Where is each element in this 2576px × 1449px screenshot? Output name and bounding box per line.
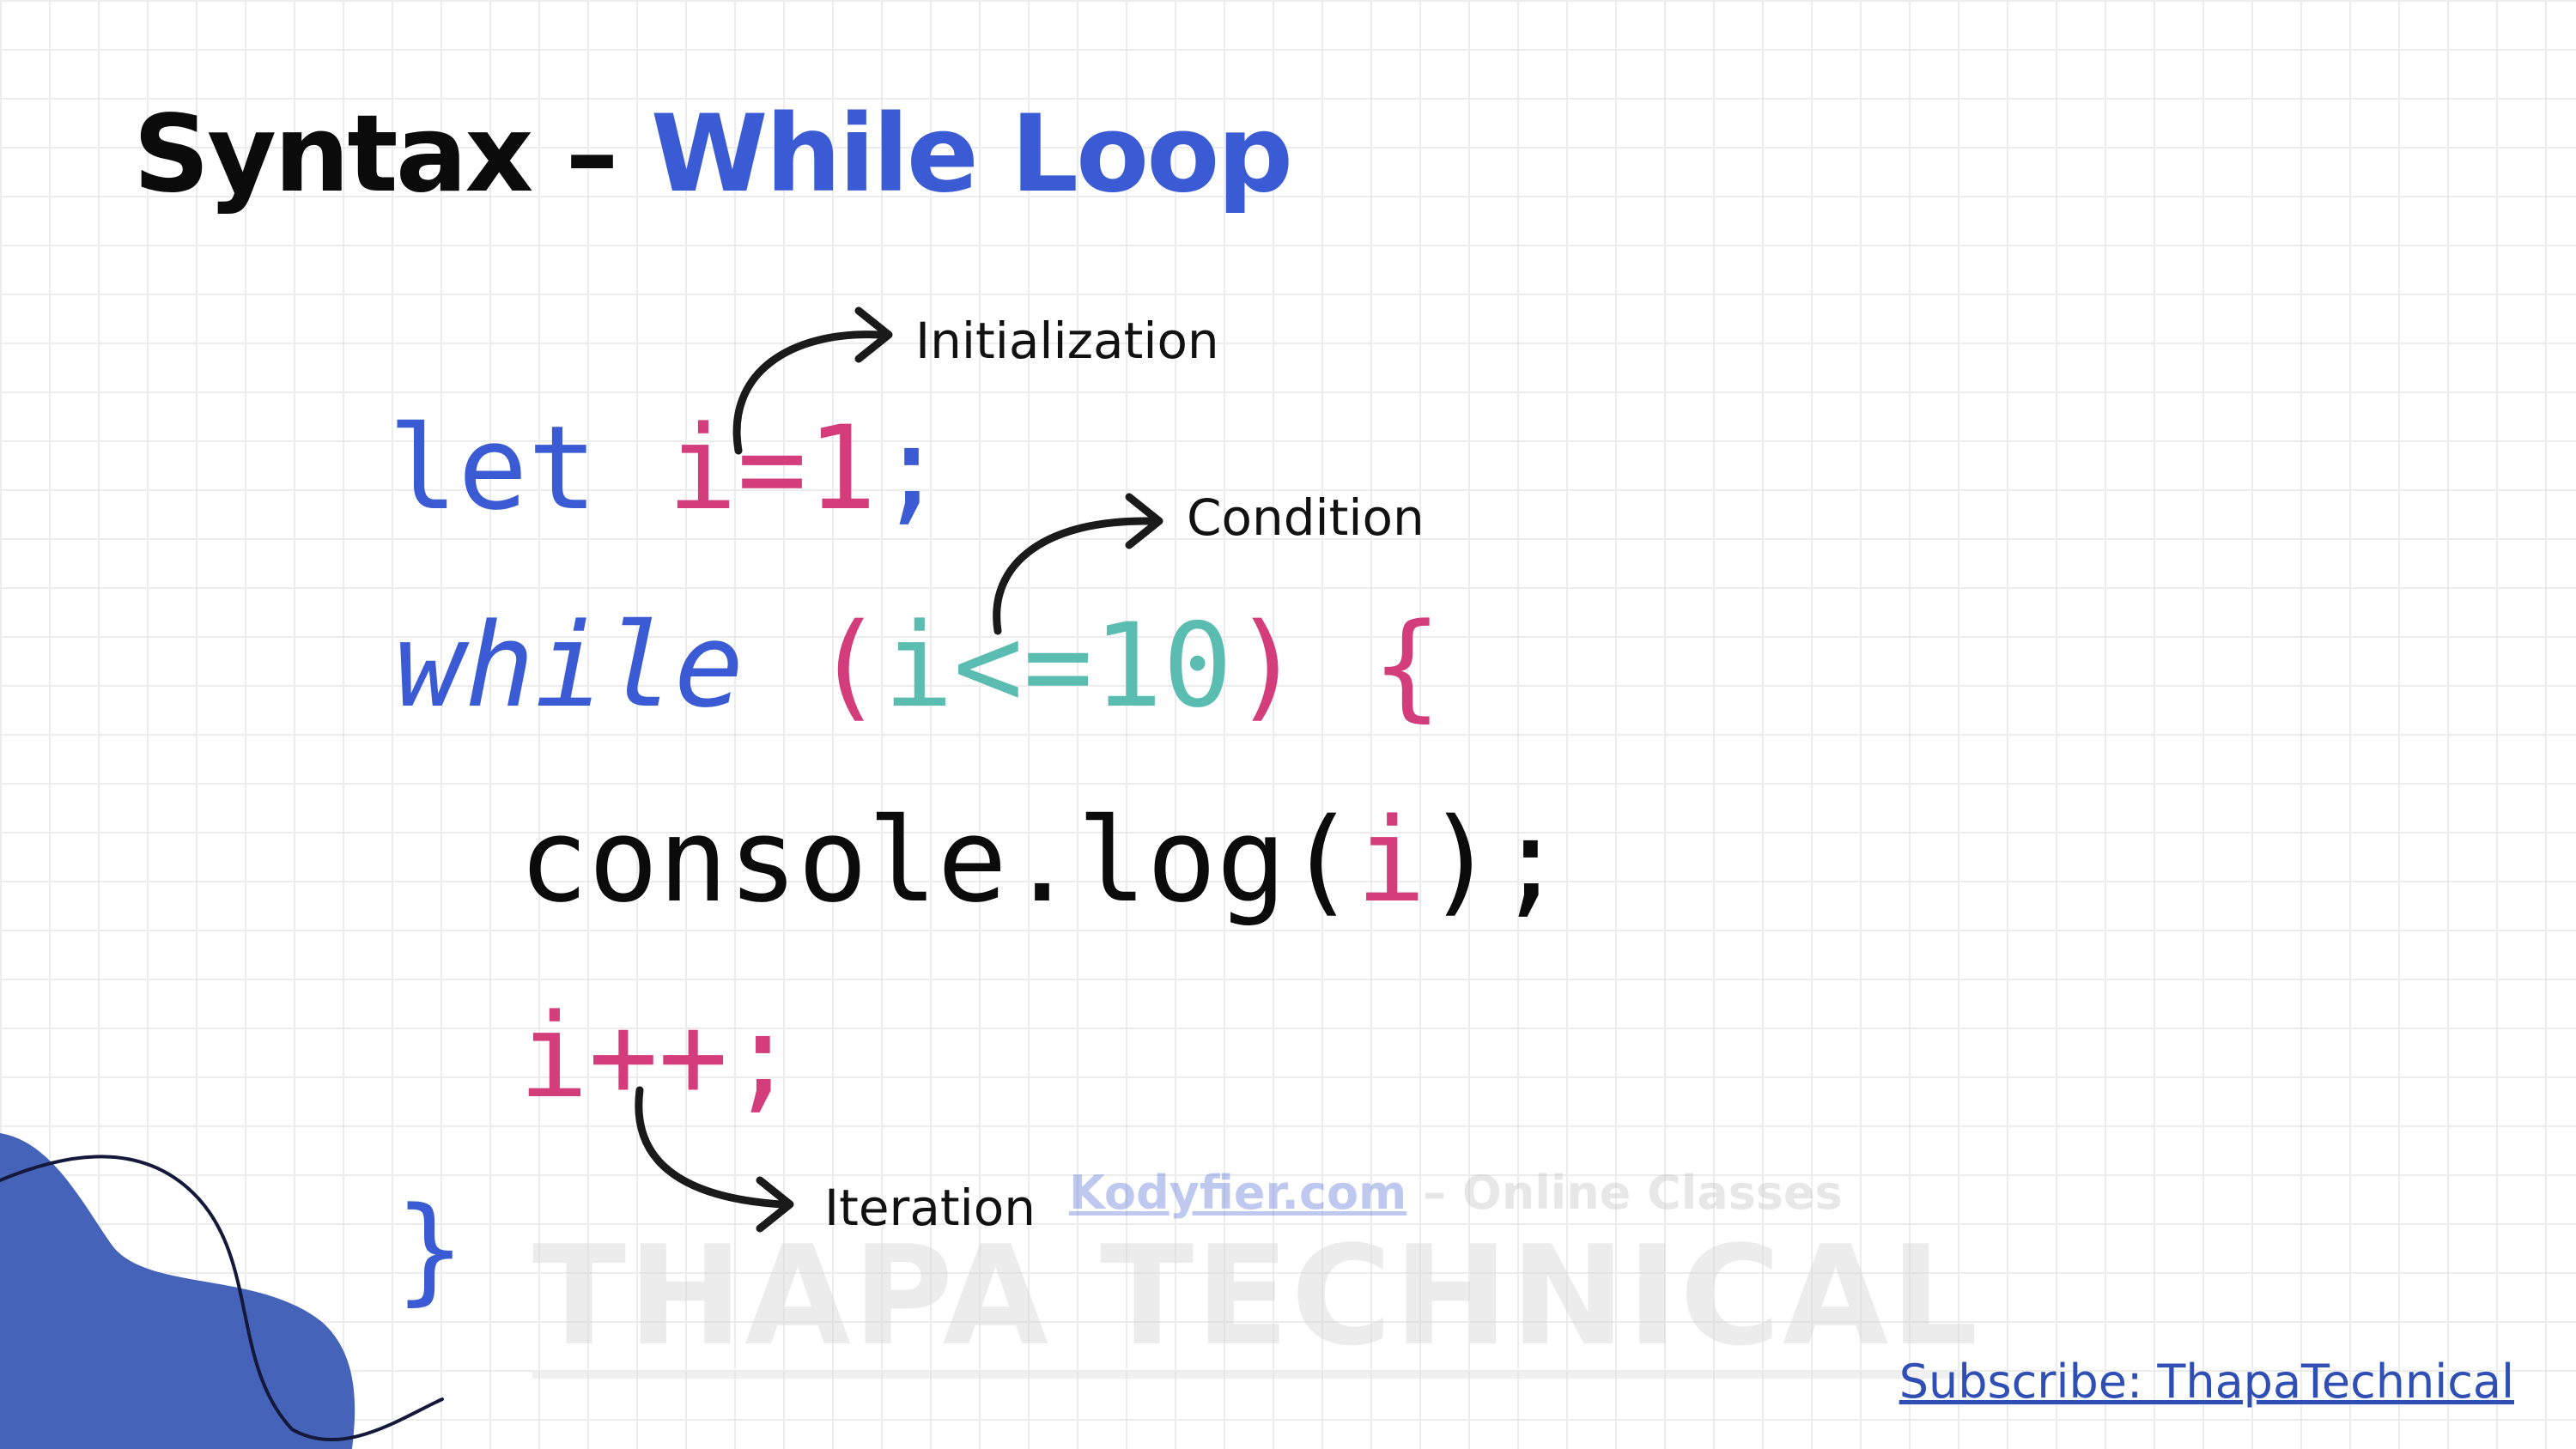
console-log-call: console.log( — [519, 793, 1357, 928]
subscribe-link[interactable]: Subscribe: ThapaTechnical — [1899, 1355, 2514, 1409]
open-paren: ( — [813, 598, 884, 733]
initialization-label: Initialization — [915, 312, 1219, 370]
page-title: Syntax – While Loop — [133, 101, 1293, 208]
code-line-while: while (i<=10) { — [395, 608, 1442, 724]
condition-arrow-icon — [993, 493, 1163, 635]
while-keyword: while — [395, 598, 744, 733]
iteration-arrow-icon — [635, 1086, 794, 1233]
let-keyword: let — [388, 401, 598, 536]
brand-watermark: THAPA TECHNICAL — [532, 1228, 1980, 1379]
console-log-arg: i — [1356, 793, 1426, 928]
title-accent: While Loop — [650, 93, 1293, 216]
site-watermark-link: Kodyfier.com — [1069, 1166, 1407, 1220]
code-line-console-log: console.log(i); — [519, 803, 1565, 919]
console-log-end: ); — [1425, 793, 1566, 928]
open-brace: { — [1371, 598, 1443, 733]
decorative-blob-icon — [0, 1133, 444, 1449]
close-paren: ) — [1232, 598, 1303, 733]
title-prefix: Syntax – — [133, 93, 651, 216]
initialization-arrow-icon — [732, 306, 893, 455]
condition-label: Condition — [1187, 488, 1425, 547]
site-watermark: Kodyfier.com – Online Classes — [1069, 1166, 1843, 1220]
site-watermark-text: – Online Classes — [1406, 1166, 1843, 1220]
